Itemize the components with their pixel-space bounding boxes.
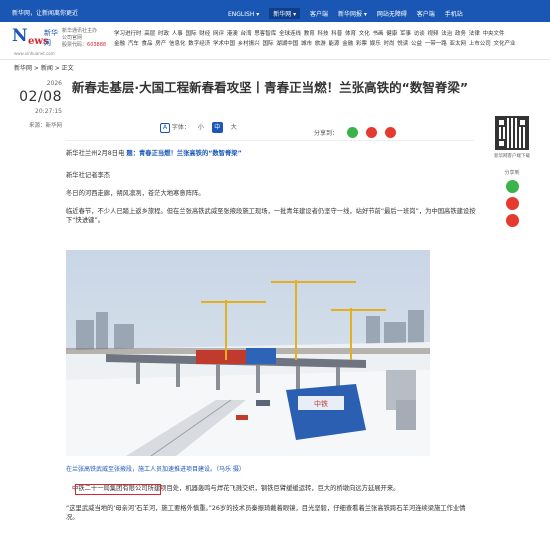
stock-code: 股票代码：603888 bbox=[62, 42, 107, 48]
site-header: N ews 新华网 www.xinhuanet.com 新华通讯社主办 公司官网… bbox=[0, 22, 550, 60]
rail-wechat-icon[interactable] bbox=[505, 180, 519, 193]
xinhua-logo[interactable]: N ews 新华网 www.xinhuanet.com bbox=[12, 26, 58, 58]
article-title: 新春走基层·大国工程新春看攻坚丨青春正当燃！兰张高铁的“数智脊梁” bbox=[71, 80, 469, 95]
sign-text: 中铁 bbox=[314, 399, 328, 408]
top-bar: 新华网，让新闻离你更近 ENGLISH ▾ 新华网 ▾ 客户端 新华网报 ▾ 网… bbox=[0, 0, 550, 22]
date-year: 2026 bbox=[46, 80, 62, 87]
menu-xinhuanet[interactable]: 新华网 ▾ bbox=[269, 8, 301, 19]
font-medium-button[interactable]: 中 bbox=[211, 122, 223, 133]
breadcrumb[interactable]: 新华网 > 新闻 > 正文 bbox=[14, 63, 74, 72]
date-monthday: 02/08 bbox=[19, 89, 62, 105]
menu-accessibility[interactable]: 网站无障碍 bbox=[377, 9, 407, 18]
share-label: 分享到： bbox=[314, 130, 339, 137]
rail-weibo-icon[interactable] bbox=[505, 197, 519, 210]
qr-code-icon bbox=[495, 116, 529, 150]
site-slogan: 新华网，让新闻离你更近 bbox=[12, 10, 79, 17]
channel-nav[interactable]: 学习进行时 高层 时政 人事 国际 财经 网评 港澳 台湾 思客智库 全球连线 … bbox=[114, 29, 544, 49]
date-time: 20:27:15 bbox=[35, 108, 62, 115]
share-bar: 分享到： bbox=[314, 122, 399, 141]
logo-url: www.xinhuanet.com bbox=[14, 51, 55, 56]
menu-app[interactable]: 客户端 bbox=[417, 9, 435, 18]
font-size-tools: A 字体： 小 中 大 bbox=[160, 122, 237, 133]
logo-n: N bbox=[12, 26, 28, 46]
article-lead: 新华社兰州2月8日电 题：青春正当燃！兰张高铁的“数智脊梁” bbox=[66, 150, 242, 157]
article-source: 来源：新华网 bbox=[28, 123, 62, 129]
font-icon: A bbox=[160, 122, 170, 133]
font-label: 字体： bbox=[171, 124, 190, 131]
article-paragraph-2: 临近春节，不少人已踏上返乡旅程。但在兰张高铁武威至张掖段施工现场，一批青年建设者… bbox=[66, 208, 476, 224]
menu-mobile[interactable]: 手机站 bbox=[445, 9, 463, 18]
brand-info: 新华通讯社主办 公司官网 股票代码：603888 bbox=[62, 28, 106, 49]
divider bbox=[66, 140, 474, 141]
brand-line-2: 公司官网 bbox=[62, 35, 83, 41]
font-large-button[interactable]: 大 bbox=[231, 124, 237, 131]
logo-cn: 新华网 bbox=[44, 29, 58, 47]
right-rail: 新华网客户端下载 分享到 bbox=[490, 116, 534, 227]
photo-caption: 在兰张高铁武威至张掖段，施工人员加速推进项目建设。（马乐 摄） bbox=[66, 466, 245, 473]
qr-label: 新华网客户端下载 bbox=[494, 154, 530, 159]
article-byline: 新华社记者李杰 bbox=[66, 172, 111, 179]
menu-english[interactable]: ENGLISH ▾ bbox=[228, 11, 259, 18]
publish-date: 2026 02/08 20:27:15 来源：新华网 bbox=[14, 80, 62, 129]
channel-nav-row-2[interactable]: 金融 汽车 食品 房产 信息化 数字经济 学术中国 乡村振兴 国际 湖湖中国 城… bbox=[114, 39, 544, 49]
wechat-icon[interactable] bbox=[347, 127, 359, 138]
article-paragraph-1: 冬日的河西走廊，朔风凛冽，苍茫大地寒意阵阵。 bbox=[66, 190, 205, 197]
weibo-icon[interactable] bbox=[366, 127, 378, 138]
article-paragraph-4: “这里武威当地的‘母亲河’石羊河，施工要格外慎重。”26岁的技术员秦振琦戴着眼镜… bbox=[66, 505, 466, 521]
rail-qzone-icon[interactable] bbox=[505, 214, 519, 227]
menu-client[interactable]: 客户端 bbox=[310, 9, 328, 18]
rail-share-label: 分享到 bbox=[504, 170, 520, 176]
highlight-box bbox=[75, 484, 161, 495]
construction-scene: 中铁 bbox=[66, 250, 430, 456]
font-small-button[interactable]: 小 bbox=[198, 124, 204, 131]
top-menu: ENGLISH ▾ 新华网 ▾ 客户端 新华网报 ▾ 网站无障碍 客户端 手机站 bbox=[228, 8, 471, 19]
menu-newspaper[interactable]: 新华网报 ▾ bbox=[338, 9, 367, 18]
brand-line-1: 新华通讯社主办 bbox=[62, 28, 98, 34]
qzone-icon[interactable] bbox=[385, 127, 397, 138]
article-photo[interactable]: 中铁 bbox=[66, 250, 430, 456]
channel-nav-row-1[interactable]: 学习进行时 高层 时政 人事 国际 财经 网评 港澳 台湾 思客智库 全球连线 … bbox=[114, 29, 544, 39]
